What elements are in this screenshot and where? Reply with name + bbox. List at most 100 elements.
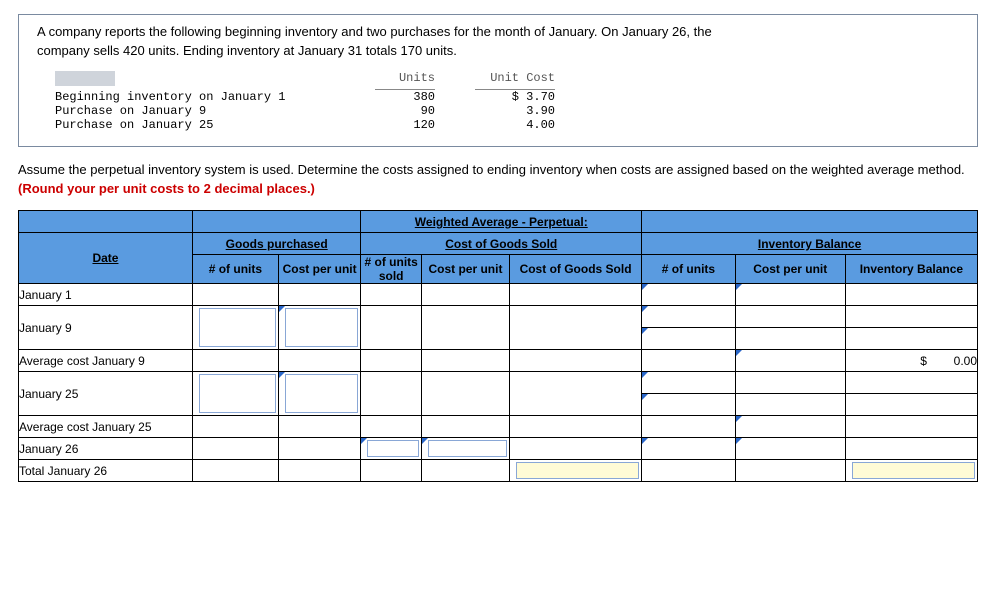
data-desc-2: Purchase on January 25 xyxy=(55,118,375,132)
data-units-2: 120 xyxy=(375,118,435,132)
cell-jan1-cogs-cpu xyxy=(421,284,509,306)
cell-avg25-inv-cpu[interactable] xyxy=(735,416,845,438)
cell-avg25-cogs xyxy=(510,416,642,438)
lbl-jan26: January 26 xyxy=(19,438,193,460)
hdr-blank-goods-top xyxy=(192,211,360,233)
cell-jan25-inv-cpu-a xyxy=(735,372,845,394)
row-avg9: Average cost January 9 $ 0.00 xyxy=(19,350,978,372)
cell-jan25-cogs xyxy=(510,372,642,416)
col-head-unit-cost: Unit Cost xyxy=(475,71,555,90)
cell-avg9-inv-units xyxy=(642,350,736,372)
cell-jan26-inv-units[interactable] xyxy=(642,438,736,460)
cell-avg9-gp-cpu xyxy=(278,350,361,372)
cell-jan25-cogs-units xyxy=(361,372,422,416)
cell-jan26-cogs-cpu[interactable] xyxy=(421,438,509,460)
cell-jan25-gp-cpu[interactable] xyxy=(278,372,361,416)
cell-jan9-gp-cpu[interactable] xyxy=(278,306,361,350)
data-cost-0: $ 3.70 xyxy=(475,90,555,104)
hdr-cpu2: Cost per unit xyxy=(421,255,509,284)
cell-jan1-inv-units[interactable] xyxy=(642,284,736,306)
cell-avg25-gp-cpu xyxy=(278,416,361,438)
row-jan9-a: January 9 xyxy=(19,306,978,328)
cell-avg25-gp-units xyxy=(192,416,278,438)
cell-t26-cogs[interactable] xyxy=(510,460,642,482)
data-cost-2: 4.00 xyxy=(475,118,555,132)
cell-jan26-cogs xyxy=(510,438,642,460)
question-box: A company reports the following beginnin… xyxy=(18,14,978,147)
data-cost-1: 3.90 xyxy=(475,104,555,118)
cell-t26-cogs-units xyxy=(361,460,422,482)
instr-text: Assume the perpetual inventory system is… xyxy=(18,162,965,177)
cell-avg9-inv-cpu[interactable] xyxy=(735,350,845,372)
cell-jan9-inv-bal-b xyxy=(845,328,977,350)
cell-t26-gp-units xyxy=(192,460,278,482)
dollar-sign: $ xyxy=(920,354,927,368)
cell-jan9-inv-units-a[interactable] xyxy=(642,306,736,328)
cell-t26-cogs-cpu xyxy=(421,460,509,482)
cell-jan26-gp-cpu xyxy=(278,438,361,460)
hdr-date: Date xyxy=(19,233,193,284)
cell-avg9-gp-units xyxy=(192,350,278,372)
hdr-nunits3: # of units xyxy=(642,255,736,284)
cell-avg25-inv-bal xyxy=(845,416,977,438)
cell-avg25-cogs-cpu xyxy=(421,416,509,438)
cell-jan25-inv-cpu-b xyxy=(735,394,845,416)
cell-jan26-gp-units xyxy=(192,438,278,460)
cell-avg9-cogs-cpu xyxy=(421,350,509,372)
cell-jan9-inv-bal-a xyxy=(845,306,977,328)
cell-jan26-cogs-units[interactable] xyxy=(361,438,422,460)
worksheet-table: Weighted Average - Perpetual: Date Goods… xyxy=(18,210,978,482)
cell-jan26-inv-cpu[interactable] xyxy=(735,438,845,460)
cell-t26-inv-bal[interactable] xyxy=(845,460,977,482)
data-units-1: 90 xyxy=(375,104,435,118)
lbl-jan9: January 9 xyxy=(19,306,193,350)
cell-jan25-cogs-cpu xyxy=(421,372,509,416)
row-avg25: Average cost January 25 xyxy=(19,416,978,438)
question-text: A company reports the following beginnin… xyxy=(37,23,959,61)
hdr-weighted-avg: Weighted Average - Perpetual: xyxy=(361,211,642,233)
col-head-units: Units xyxy=(375,71,435,90)
cell-jan26-inv-bal xyxy=(845,438,977,460)
row-total26: Total January 26 xyxy=(19,460,978,482)
cell-jan25-inv-bal-b xyxy=(845,394,977,416)
cell-jan9-cogs xyxy=(510,306,642,350)
row-jan25-a: January 25 xyxy=(19,372,978,394)
hdr-cogs: Cost of Goods Sold xyxy=(510,255,642,284)
cell-jan25-inv-units-b[interactable] xyxy=(642,394,736,416)
cell-avg25-inv-units xyxy=(642,416,736,438)
inventory-data-table: Units Unit Cost Beginning inventory on J… xyxy=(55,71,959,132)
hdr-inv-group: Inventory Balance xyxy=(642,233,978,255)
lbl-total26: Total January 26 xyxy=(19,460,193,482)
question-line2: company sells 420 units. Ending inventor… xyxy=(37,43,457,58)
cell-jan25-inv-units-a[interactable] xyxy=(642,372,736,394)
lbl-jan25: January 25 xyxy=(19,372,193,416)
cell-jan1-cogs xyxy=(510,284,642,306)
cell-avg9-cogs-units xyxy=(361,350,422,372)
cell-avg25-cogs-units xyxy=(361,416,422,438)
hdr-cpu1: Cost per unit xyxy=(278,255,361,284)
cell-t26-inv-units xyxy=(642,460,736,482)
lbl-avg25: Average cost January 25 xyxy=(19,416,193,438)
cell-jan9-inv-cpu-b xyxy=(735,328,845,350)
hdr-blank-inv-top xyxy=(642,211,978,233)
lbl-avg9: Average cost January 9 xyxy=(19,350,193,372)
hdr-invbal: Inventory Balance xyxy=(845,255,977,284)
data-desc-0: Beginning inventory on January 1 xyxy=(55,90,375,104)
cell-jan9-inv-cpu-a xyxy=(735,306,845,328)
cell-jan25-gp-units[interactable] xyxy=(192,372,278,416)
cell-jan1-gp-cpu xyxy=(278,284,361,306)
zero-val: 0.00 xyxy=(954,354,977,368)
data-desc-1: Purchase on January 9 xyxy=(55,104,375,118)
hdr-cpu3: Cost per unit xyxy=(735,255,845,284)
cell-avg9-inv-bal: $ 0.00 xyxy=(845,350,977,372)
cell-jan9-gp-units[interactable] xyxy=(192,306,278,350)
cell-jan1-inv-cpu[interactable] xyxy=(735,284,845,306)
lbl-jan1: January 1 xyxy=(19,284,193,306)
cell-jan9-inv-units-b[interactable] xyxy=(642,328,736,350)
instructions: Assume the perpetual inventory system is… xyxy=(18,161,978,199)
cell-t26-inv-cpu xyxy=(735,460,845,482)
instr-red: (Round your per unit costs to 2 decimal … xyxy=(18,181,315,196)
hdr-cogs-group: Cost of Goods Sold xyxy=(361,233,642,255)
cell-avg9-cogs xyxy=(510,350,642,372)
cell-jan1-cogs-units xyxy=(361,284,422,306)
